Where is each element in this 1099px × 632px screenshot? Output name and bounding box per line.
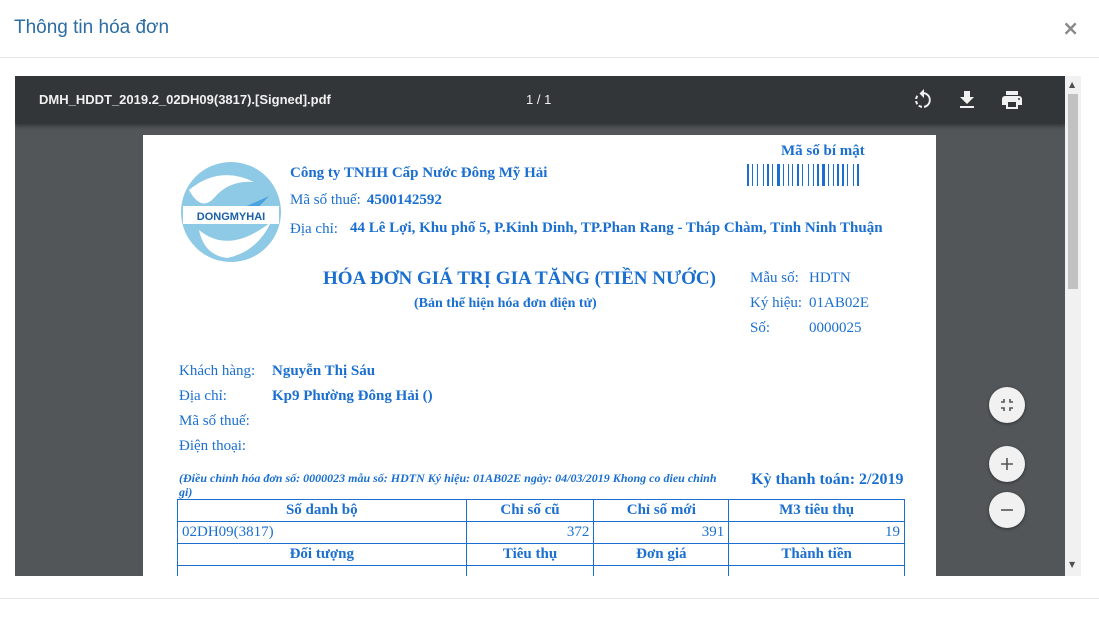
form-value: HDTN	[809, 270, 851, 286]
table-row: 02DH09(3817) 372 391 19	[177, 521, 905, 544]
table-header-cell: M3 tiêu thụ	[728, 499, 905, 522]
barcode-bar	[767, 164, 769, 186]
barcode	[747, 164, 859, 186]
tax-code-value: 4500142592	[366, 192, 442, 208]
table-cell	[728, 565, 905, 576]
table-cell: 02DH09(3817)	[177, 521, 467, 544]
barcode-bar	[842, 164, 844, 186]
customer-value: Nguyễn Thị Sáu	[272, 363, 376, 379]
invoice-title: HÓA ĐƠN GIÁ TRỊ GIA TĂNG (TIỀN NƯỚC)	[323, 268, 716, 289]
table-header-cell: Thành tiền	[728, 543, 905, 566]
table-header-cell: Chỉ số mới	[593, 499, 730, 522]
table-header-cell: Số danh bộ	[177, 499, 467, 522]
barcode-bar	[817, 164, 819, 186]
pdf-page: DONGMYHAI Công ty TNHH Cấp Nước Đông Mỹ …	[143, 135, 936, 576]
address-value: 44 Lê Lợi, Khu phố 5, P.Kinh Dinh, TP.Ph…	[350, 220, 883, 236]
company-logo: DONGMYHAI	[181, 162, 281, 262]
pdf-viewer[interactable]: DMH_HDDT_2019.2_02DH09(3817).[Signed].pd…	[15, 76, 1081, 576]
modal-header: Thông tin hóa đơn ×	[0, 0, 1099, 58]
customer-address-value: Kp9 Phường Đông Hải ()	[272, 388, 433, 404]
fit-page-icon	[1001, 399, 1013, 411]
invoice-subtitle: (Bản thể hiện hóa đơn điện tử)	[414, 296, 597, 311]
barcode-bar	[797, 164, 799, 186]
table-row	[177, 565, 905, 576]
barcode-bar	[783, 164, 784, 186]
pdf-toolbar: DMH_HDDT_2019.2_02DH09(3817).[Signed].pd…	[15, 76, 1065, 124]
page-counter: 1 / 1	[526, 92, 552, 107]
minus-icon	[1001, 509, 1013, 511]
print-icon[interactable]	[1000, 88, 1024, 112]
scroll-down-arrow[interactable]: ▼	[1069, 560, 1075, 569]
phone-label: Điện thoại:	[179, 438, 247, 454]
barcode-bar	[772, 164, 773, 186]
close-button[interactable]: ×	[1062, 16, 1079, 40]
table-cell	[593, 565, 730, 576]
barcode-bar	[808, 164, 809, 186]
scroll-up-arrow[interactable]: ▲	[1069, 80, 1075, 89]
address-label: Địa chỉ:	[290, 221, 338, 237]
number-label: Số:	[750, 320, 771, 336]
barcode-bar	[788, 164, 789, 186]
table-cell: 372	[465, 521, 595, 544]
barcode-bar	[822, 164, 825, 186]
table-cell	[177, 565, 467, 576]
rotate-icon[interactable]	[911, 88, 935, 112]
zoom-in-button[interactable]	[989, 446, 1025, 482]
table-header-cell: Chỉ số cũ	[465, 499, 595, 522]
table-header-row: Đối tượng Tiêu thụ Đơn giá Thành tiền	[177, 543, 905, 566]
table-header-cell: Tiêu thụ	[465, 543, 595, 566]
download-icon[interactable]	[955, 88, 979, 112]
tax-code-label: Mã số thuế:	[290, 192, 361, 208]
zoom-out-button[interactable]	[989, 492, 1025, 528]
table-header-cell: Đối tượng	[177, 543, 467, 566]
barcode-bar	[833, 164, 834, 186]
company-name: Công ty TNHH Cấp Nước Đông Mỹ Hải	[290, 165, 548, 181]
scrollbar-thumb[interactable]	[1068, 94, 1078, 289]
barcode-bar	[847, 164, 848, 186]
barcode-bar	[837, 164, 839, 186]
table-cell: 19	[728, 521, 905, 544]
customer-tax-label: Mã số thuế:	[179, 413, 250, 429]
table-cell	[465, 565, 595, 576]
barcode-bar	[792, 164, 793, 186]
plus-icon	[1001, 458, 1013, 470]
table-header-row: Số danh bộ Chỉ số cũ Chỉ số mới M3 tiêu …	[177, 499, 905, 522]
barcode-bar	[757, 164, 758, 186]
customer-address-label: Địa chỉ:	[179, 388, 227, 404]
fit-to-page-button[interactable]	[989, 387, 1025, 423]
billing-period: Kỳ thanh toán: 2/2019	[751, 471, 904, 488]
barcode-bar	[853, 164, 854, 186]
logo-text: DONGMYHAI	[197, 211, 265, 223]
modal-footer-divider	[0, 598, 1099, 599]
barcode-bar	[857, 164, 859, 186]
barcode-bar	[828, 164, 829, 186]
number-value: 0000025	[809, 320, 862, 336]
barcode-bar	[752, 164, 753, 186]
barcode-bar	[813, 164, 814, 186]
tax-code-row: Mã số thuế: 4500142592	[290, 192, 442, 209]
secret-code-label: Mã số bí mật	[781, 143, 865, 159]
form-label: Mẫu số:	[750, 270, 799, 286]
barcode-bar	[802, 164, 803, 186]
modal-title: Thông tin hóa đơn	[14, 17, 170, 38]
barcode-bar	[747, 164, 749, 186]
symbol-value: 01AB02E	[809, 295, 869, 311]
adjustment-note: (Điều chỉnh hóa đơn số: 0000023 mẫu số: …	[179, 471, 717, 499]
barcode-bar	[763, 164, 764, 186]
vertical-scrollbar[interactable]: ▲ ▼	[1065, 76, 1081, 576]
table-header-cell: Đơn giá	[593, 543, 730, 566]
table-cell: 391	[593, 521, 730, 544]
symbol-label: Ký hiệu:	[750, 295, 803, 311]
customer-label: Khách hàng:	[179, 363, 256, 379]
pdf-file-name: DMH_HDDT_2019.2_02DH09(3817).[Signed].pd…	[39, 92, 331, 107]
invoice-table: Số danh bộ Chỉ số cũ Chỉ số mới M3 tiêu …	[177, 499, 905, 576]
barcode-bar	[777, 164, 780, 186]
